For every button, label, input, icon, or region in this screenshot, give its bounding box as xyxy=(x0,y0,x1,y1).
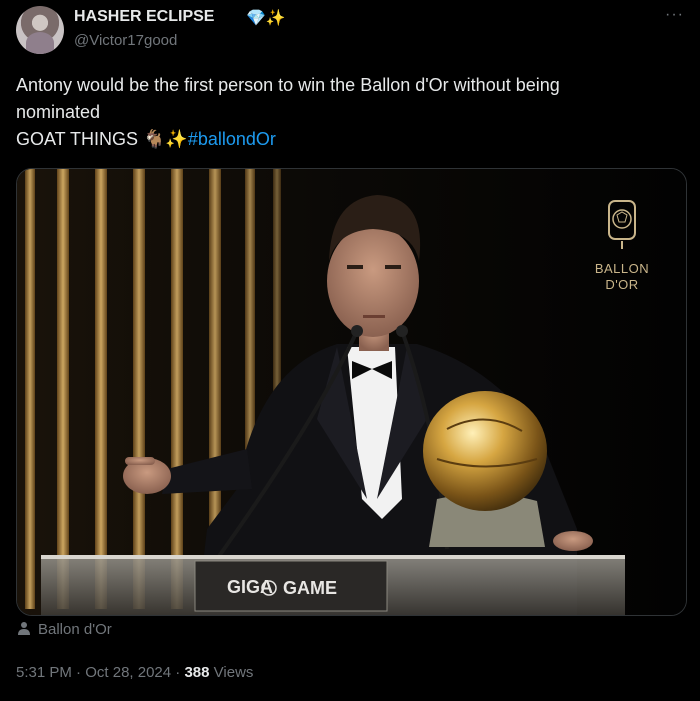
views-count: 388 xyxy=(184,664,210,681)
tweet-header: HASHER ECLIPSE 💎✨ @Victor17good ··· xyxy=(16,6,684,56)
location-tag[interactable]: Ballon d'Or xyxy=(16,620,112,638)
podium-text-game: GAME xyxy=(283,578,337,598)
person-icon xyxy=(16,620,32,636)
author-name[interactable]: HASHER ECLIPSE xyxy=(74,8,214,26)
glass-podium: GIGA GAME xyxy=(41,555,625,615)
ceremony-photo: BALLON D'OR GIGA GAME xyxy=(17,169,686,615)
tweet-media-image[interactable]: BALLON D'OR GIGA GAME xyxy=(16,168,687,616)
tweet-time[interactable]: 5:31 PM xyxy=(16,664,72,681)
tweet-date[interactable]: Oct 28, 2024 xyxy=(85,664,171,681)
separator-dot: · xyxy=(171,664,185,681)
views-label: Views xyxy=(209,664,254,681)
location-label: Ballon d'Or xyxy=(38,621,112,638)
hashtag-link[interactable]: #ballondOr xyxy=(188,129,276,149)
logo-text-dor: D'OR xyxy=(605,277,638,292)
tweet-text-line-1: Antony would be the first person to win … xyxy=(16,75,560,95)
tweet-text-line-2: nominated xyxy=(16,102,101,122)
logo-text-ballon: BALLON xyxy=(595,261,649,276)
avatar[interactable] xyxy=(16,6,64,54)
more-options-icon[interactable]: ··· xyxy=(665,6,684,24)
tweet-text-goat-things: GOAT THINGS 🐐✨ xyxy=(16,129,188,149)
tweet-text-line-3: GOAT THINGS 🐐✨#ballondOr xyxy=(16,126,684,153)
separator-dot: · xyxy=(71,664,86,681)
tweet-text: Antony would be the first person to win … xyxy=(16,72,684,153)
author-handle[interactable]: @Victor17good xyxy=(74,32,177,49)
tweet-footer: 5:31 PM · Oct 28, 2024 · 388 Views xyxy=(16,664,253,681)
name-emoji-badges: 💎✨ xyxy=(246,10,286,27)
